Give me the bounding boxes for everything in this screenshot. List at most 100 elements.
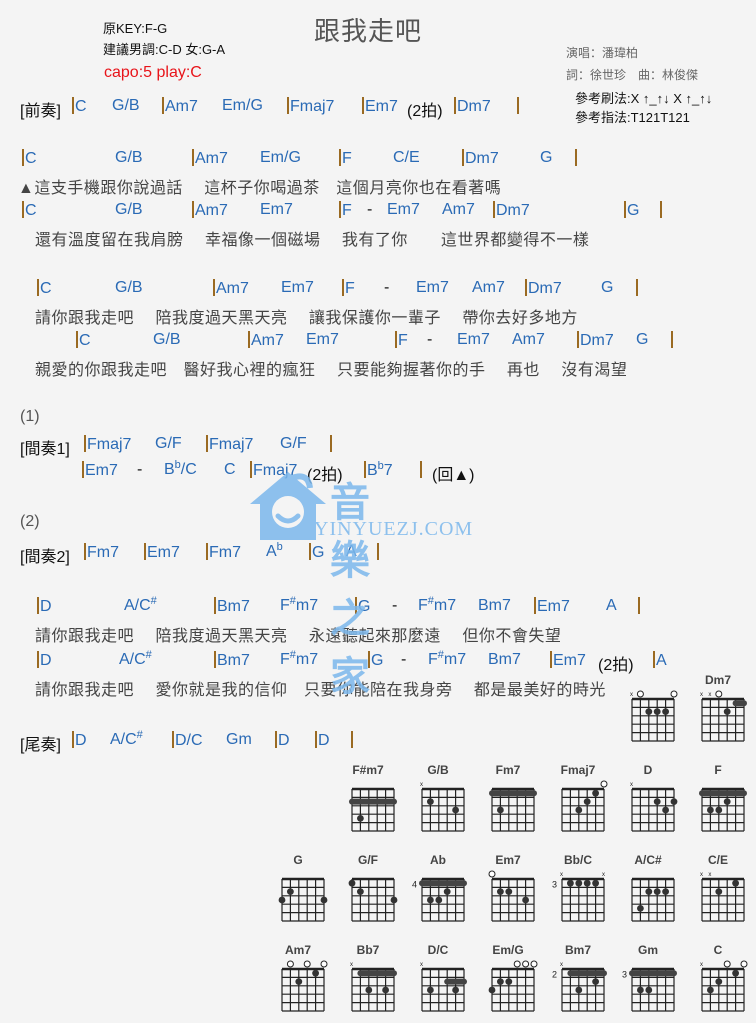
chord-symbol: A/C#: [124, 595, 157, 615]
bar-line: [275, 731, 277, 748]
song-title: 跟我走吧: [314, 16, 423, 46]
chord-diagram: Fmaj7: [548, 763, 608, 843]
bar-line: [660, 201, 662, 218]
bar-line: [575, 149, 577, 166]
chord-diagram: Cx: [688, 943, 748, 1023]
finger-dot: [427, 798, 434, 805]
bar-line: [206, 435, 208, 452]
chord-symbol: Dm7: [580, 332, 614, 349]
chord-symbol: Em7: [85, 462, 118, 479]
chord-symbol: G/B: [115, 201, 143, 218]
chord-symbol: A: [606, 597, 617, 614]
bar-line: [315, 731, 317, 748]
measure-start: Em7: [144, 543, 180, 562]
measure-start: Am7: [213, 279, 249, 298]
finger-dot: [312, 969, 319, 977]
chord-symbol: Am7: [251, 332, 284, 349]
lyricist-composer-credit: 詞：徐世珍 曲：林俊傑: [566, 68, 699, 82]
finger-dot: [662, 888, 669, 895]
finger-dot: [575, 986, 583, 994]
measure-start: Dm7: [493, 201, 530, 220]
chord-diagram: Em7: [478, 853, 538, 933]
finger-dot: [452, 986, 459, 994]
chord-symbol: Fmaj7: [209, 436, 254, 453]
chord-symbol: C: [224, 461, 236, 478]
muted-string-marker: x: [630, 782, 633, 788]
chord-diagram: G/B x: [408, 763, 468, 843]
measure-start: Dm7: [525, 279, 562, 298]
finger-dot: [592, 879, 599, 887]
chord-symbol: F#m7: [280, 595, 319, 615]
chord-diagram: Bm7 x 2: [548, 943, 608, 1023]
bar-line: [342, 279, 344, 296]
bar-line: [339, 149, 341, 166]
bar-line: [624, 201, 626, 218]
bar-line: [525, 279, 527, 296]
chord-symbol: D: [40, 652, 52, 669]
bar-line: [84, 543, 86, 560]
chord-diagram: G: [268, 853, 328, 933]
chord-symbol: G/B: [112, 97, 140, 114]
muted-string-marker: x: [350, 962, 353, 968]
bar-line: [172, 731, 174, 748]
fretboard: x: [420, 782, 465, 832]
finger-dot: [575, 879, 583, 887]
chord-symbol: Em7: [457, 331, 490, 348]
finger-dot: [348, 879, 356, 887]
chord-diagram: Bb7 x: [338, 943, 398, 1023]
chord-diagram: Dm7 x x: [688, 673, 748, 753]
finger-dot: [567, 879, 574, 887]
measure-start: G: [309, 543, 324, 562]
muted-string-marker: x: [700, 962, 703, 968]
measure-start: D: [37, 597, 52, 616]
bar-line: [653, 651, 655, 668]
muted-string-marker: x: [630, 692, 633, 698]
finger-dot: [715, 978, 723, 985]
chord-symbol: D: [40, 598, 52, 615]
bar-line: [351, 731, 353, 748]
measure-start: Fm7: [206, 543, 241, 562]
chord-symbol: C: [25, 202, 37, 219]
chord-diagram: G/F: [338, 853, 398, 933]
chord-symbol: Fm7: [209, 544, 241, 561]
measure-start: Fmaj7: [84, 435, 131, 454]
finger-dot: [390, 896, 398, 904]
chord-diagram: F: [688, 763, 748, 843]
bar-line: [309, 543, 311, 560]
chord-symbol: Dm7: [465, 150, 499, 167]
barre: [419, 880, 467, 887]
bar-line: [37, 597, 39, 614]
finger-dot: [583, 798, 591, 805]
finger-dot: [637, 905, 644, 912]
measure-start: [420, 461, 423, 480]
chorus1-lyric-line-1: 請你跟我走吧 陪我度過天黑天亮 讓我保護你一輩子 帶你去好多地方: [35, 310, 578, 327]
barre: [444, 978, 467, 985]
chord-symbol: Fmaj7: [87, 436, 132, 453]
bar-line: [22, 149, 24, 166]
chord-diagram: Dx: [618, 763, 678, 843]
chord-symbol: D: [318, 732, 330, 749]
measure-start: Fmaj7: [206, 435, 253, 454]
bar-line: [330, 435, 332, 452]
chord-symbol: C: [25, 150, 37, 167]
muted-string-marker: x: [708, 872, 711, 878]
fretboard: x: [630, 782, 678, 832]
annotation: -: [367, 201, 373, 218]
chord-symbol: A/C#: [119, 649, 152, 669]
chord-symbol: Bm7: [488, 651, 521, 668]
bar-line: [638, 597, 640, 614]
finger-dot: [365, 986, 373, 994]
muted-string-marker: x: [700, 692, 703, 698]
measure-start: D/C: [172, 731, 203, 750]
barre: [567, 970, 607, 977]
chord-symbol: Bm7: [217, 652, 250, 669]
barre: [489, 790, 537, 797]
chorus2-lyric-line-2: 請你跟我走吧 愛你就是我的信仰 只要你能陪在我身旁 都是最美好的時光: [35, 682, 606, 699]
barre: [699, 790, 747, 797]
section-label: [間奏1]: [20, 441, 70, 458]
measure-start: F: [342, 279, 355, 298]
fretboard: x: [630, 690, 678, 742]
finger-dot: [497, 888, 504, 895]
measure-start: Dm7: [577, 331, 614, 350]
finger-dot: [357, 815, 364, 822]
